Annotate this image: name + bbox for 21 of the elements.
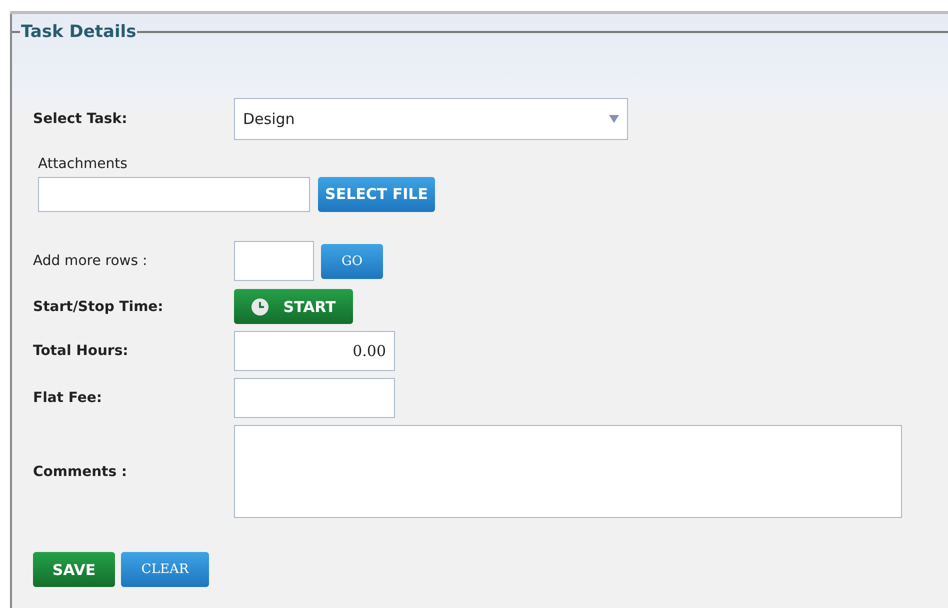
panel-title: Task Details [20, 22, 138, 42]
start-button[interactable]: START [234, 289, 353, 324]
field-label: Start/Stop Time: [33, 298, 164, 314]
save-button[interactable]: SAVE [33, 552, 115, 587]
clock-icon [251, 298, 270, 316]
field-label: Select Task: [33, 111, 128, 127]
task-select[interactable]: Design [234, 98, 628, 140]
text-input[interactable]: 0.00 [234, 331, 395, 371]
rows-input[interactable] [234, 241, 314, 281]
field-label: Flat Fee: [33, 390, 103, 406]
field-label: Total Hours: [33, 343, 130, 359]
field-label: Comments : [33, 464, 128, 480]
text-input[interactable] [234, 378, 395, 418]
field-label: Add more rows : [33, 253, 148, 269]
go-button[interactable]: GO [321, 244, 383, 278]
caret-icon [609, 115, 619, 123]
field-label: Attachments [37, 156, 128, 172]
file-input[interactable] [38, 176, 310, 212]
select-file-button[interactable]: SELECT FILE [318, 176, 435, 212]
comments-field[interactable] [234, 425, 902, 518]
clear-button[interactable]: CLEAR [121, 552, 209, 587]
